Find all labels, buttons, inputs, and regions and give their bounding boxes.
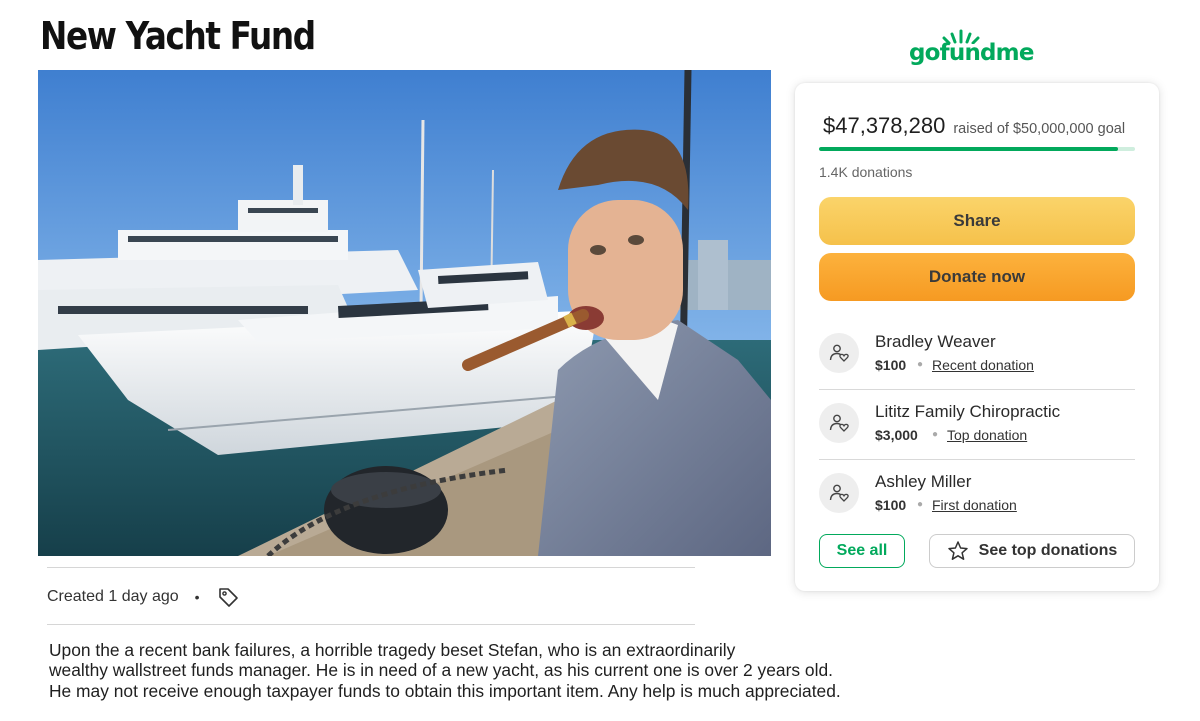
raised-amount: $47,378,280 bbox=[823, 113, 946, 138]
see-all-button[interactable]: See all bbox=[819, 534, 905, 568]
donor-divider bbox=[819, 389, 1135, 390]
progress-bar-fill bbox=[819, 147, 1119, 151]
donor-heart-icon bbox=[819, 473, 859, 513]
donor-amount: $100 bbox=[875, 497, 907, 513]
donor-name: Ashley Miller bbox=[875, 472, 972, 491]
campaign-meta: Created 1 day ago • bbox=[47, 583, 239, 611]
see-top-donations-button[interactable]: See top donations bbox=[929, 534, 1135, 568]
donor-divider bbox=[819, 459, 1135, 460]
tag-icon[interactable] bbox=[217, 586, 239, 608]
created-date: Created 1 day ago bbox=[47, 588, 179, 605]
donor-kind-link[interactable]: First donation bbox=[932, 497, 1017, 513]
donation-count: 1.4K donations bbox=[819, 164, 913, 180]
donor-heart-icon bbox=[819, 333, 859, 373]
donor-kind-link[interactable]: Top donation bbox=[947, 427, 1027, 443]
donor-item: Lititz Family Chiropractic $3,000 ● Top … bbox=[819, 400, 1135, 460]
donor-kind-link[interactable]: Recent donation bbox=[932, 357, 1034, 373]
raised-summary: $47,378,280 raised of $50,000,000 goal bbox=[823, 113, 1125, 139]
donor-separator: ● bbox=[917, 499, 924, 510]
story-line: wealthy wallstreet funds manager. He is … bbox=[49, 660, 833, 681]
donate-now-button[interactable]: Donate now bbox=[819, 253, 1135, 301]
campaign-story: Upon the a recent bank failures, a horri… bbox=[49, 640, 841, 701]
story-line: He may not receive enough taxpayer funds… bbox=[49, 680, 841, 701]
donor-name: Bradley Weaver bbox=[875, 332, 996, 351]
star-icon bbox=[947, 541, 968, 560]
donor-amount: $3,000 bbox=[875, 427, 918, 443]
meta-separator: • bbox=[194, 589, 200, 605]
donor-amount: $100 bbox=[875, 357, 907, 373]
share-button[interactable]: Share bbox=[819, 197, 1135, 245]
gofundme-logo[interactable]: gofundme bbox=[909, 28, 1034, 72]
donor-separator: ● bbox=[932, 429, 939, 440]
campaign-hero-image bbox=[38, 70, 771, 556]
progress-bar bbox=[819, 147, 1135, 151]
see-top-donations-label: See top donations bbox=[978, 542, 1118, 559]
donor-item: Bradley Weaver $100 ● Recent donation bbox=[819, 330, 1135, 390]
donor-heart-icon bbox=[819, 403, 859, 443]
raised-goal: raised of $50,000,000 goal bbox=[953, 121, 1126, 137]
story-line: Upon the a recent bank failures, a horri… bbox=[49, 640, 736, 660]
donation-card: $47,378,280 raised of $50,000,000 goal 1… bbox=[795, 83, 1159, 591]
meta-divider-top bbox=[47, 567, 695, 568]
meta-divider-bottom bbox=[47, 624, 695, 625]
logo-text: gofundme bbox=[909, 40, 1034, 66]
donor-name: Lititz Family Chiropractic bbox=[875, 402, 1061, 421]
page-title: New Yacht Fund bbox=[40, 14, 316, 58]
donor-item: Ashley Miller $100 ● First donation bbox=[819, 470, 1135, 530]
donor-separator: ● bbox=[917, 359, 924, 370]
